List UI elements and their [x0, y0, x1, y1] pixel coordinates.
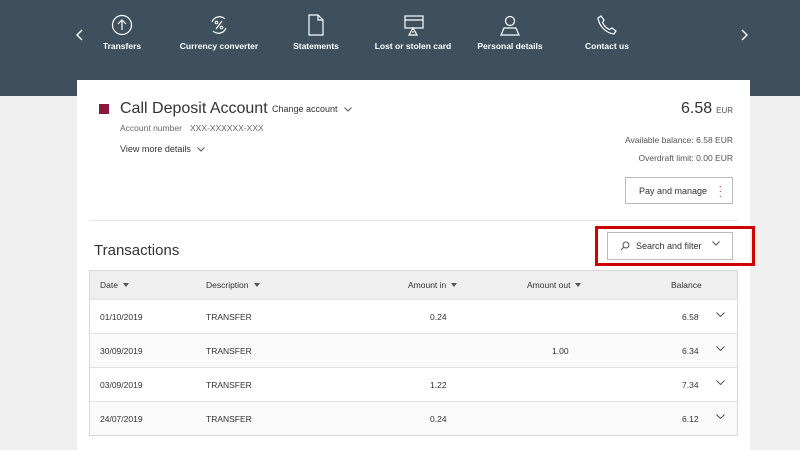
nav-item-label: Transfers	[102, 41, 142, 51]
account-name: Call Deposit Account	[120, 100, 268, 117]
table-row[interactable]: 24/07/2019 TRANSFER 0.24 6.12	[90, 401, 737, 435]
expand-row-chevron-icon[interactable]	[716, 346, 725, 351]
column-header-label: Balance	[671, 280, 702, 290]
expand-row-chevron-icon[interactable]	[716, 380, 725, 385]
chevron-down-icon	[343, 106, 352, 112]
column-header-date[interactable]: Date	[100, 280, 129, 290]
column-header-label: Amount in	[408, 280, 447, 290]
cell-description: TRANSFER	[206, 312, 252, 322]
cell-date: 03/09/2019	[100, 380, 143, 390]
currency-icon	[174, 8, 264, 36]
cell-balance: 7.34	[682, 380, 699, 390]
account-number-label: Account number	[120, 123, 182, 133]
column-header-amount-out[interactable]: Amount out	[527, 280, 582, 290]
balance-amount: 6.58	[680, 100, 713, 117]
cell-amount-in: 0.24	[430, 312, 447, 322]
expand-row-chevron-icon[interactable]	[716, 312, 725, 317]
nav-item-personal-details[interactable]: Personal details	[465, 8, 555, 51]
cell-balance: 6.12	[682, 414, 699, 424]
nav-item-transfers[interactable]: Transfers	[77, 8, 167, 51]
nav-item-lost-card[interactable]: Lost or stolen card	[368, 8, 458, 51]
cell-description: TRANSFER	[206, 346, 252, 356]
column-header-label: Date	[100, 280, 118, 290]
table-row[interactable]: 30/09/2019 TRANSFER 1.00 6.34	[90, 333, 737, 367]
table-row[interactable]: 03/09/2019 TRANSFER 1.22 7.34	[90, 367, 737, 401]
account-number-value: XXX-XXXXXX-XXX	[190, 123, 264, 133]
cell-date: 24/07/2019	[100, 414, 143, 424]
sort-caret-icon	[253, 283, 260, 287]
nav-item-label: Currency converter	[179, 41, 259, 51]
transactions-table: Date Description Amount in Amount out Ba…	[89, 270, 738, 436]
sort-caret-icon	[122, 283, 129, 287]
chevron-down-icon	[197, 146, 205, 152]
nav-item-statements[interactable]: Statements	[271, 8, 361, 51]
column-header-label: Description	[206, 280, 249, 290]
balance-currency: EUR	[716, 106, 733, 115]
column-header-amount-in[interactable]: Amount in	[408, 280, 458, 290]
account-color-marker	[99, 104, 109, 114]
cell-date: 30/09/2019	[100, 346, 143, 356]
overdraft-limit: Overdraft limit: 0.00 EUR	[638, 153, 733, 163]
table-row[interactable]: 01/10/2019 TRANSFER 0.24 6.58	[90, 299, 737, 333]
nav-item-label: Statements	[293, 41, 339, 51]
person-icon	[465, 8, 555, 36]
sort-caret-icon	[451, 283, 458, 287]
cell-balance: 6.58	[682, 312, 699, 322]
table-header: Date Description Amount in Amount out Ba…	[90, 271, 737, 299]
available-balance: Available balance: 6.58 EUR	[624, 135, 733, 145]
nav-item-label: Lost or stolen card	[374, 41, 452, 51]
nav-item-currency-converter[interactable]: Currency converter	[174, 8, 264, 51]
transactions-title: Transactions	[94, 242, 180, 259]
pay-and-manage-label: Pay and manage	[639, 185, 708, 196]
nav-item-label: Contact us	[585, 41, 629, 51]
view-more-label: View more details	[120, 144, 191, 154]
more-options-icon: · · ·	[718, 181, 722, 202]
section-divider	[89, 220, 738, 221]
cell-amount-out: 1.00	[552, 346, 569, 356]
nav-item-contact-us[interactable]: Contact us	[562, 8, 652, 51]
document-icon	[271, 8, 361, 36]
sort-caret-icon	[575, 283, 582, 287]
change-account-link[interactable]: Change account	[272, 104, 352, 114]
search-and-filter-label: Search and filter	[636, 241, 702, 251]
column-header-label: Amount out	[527, 280, 571, 290]
column-header-description[interactable]: Description	[206, 280, 260, 290]
cell-description: TRANSFER	[206, 380, 252, 390]
cell-amount-in: 1.22	[430, 380, 447, 390]
cell-description: TRANSFER	[206, 414, 252, 424]
nav-next-arrow-icon[interactable]	[734, 25, 754, 45]
expand-row-chevron-icon[interactable]	[716, 414, 725, 419]
chevron-down-icon	[712, 241, 720, 246]
column-header-balance: Balance	[671, 280, 702, 290]
cell-date: 01/10/2019	[100, 312, 143, 322]
card-icon	[368, 8, 458, 36]
change-account-label: Change account	[272, 104, 338, 114]
cell-amount-in: 0.24	[430, 414, 447, 424]
account-balance: 6.58 EUR	[681, 100, 733, 118]
transfer-icon	[77, 8, 167, 36]
pay-and-manage-button[interactable]: Pay and manage · · ·	[625, 177, 733, 204]
search-and-filter-button[interactable]: Search and filter	[607, 232, 733, 260]
nav-item-label: Personal details	[477, 41, 543, 51]
phone-icon	[562, 8, 652, 36]
view-more-details-link[interactable]: View more details	[120, 144, 205, 154]
account-card: Call Deposit Account Change account Acco…	[77, 80, 755, 450]
search-icon	[620, 241, 630, 251]
cell-balance: 6.34	[682, 346, 699, 356]
